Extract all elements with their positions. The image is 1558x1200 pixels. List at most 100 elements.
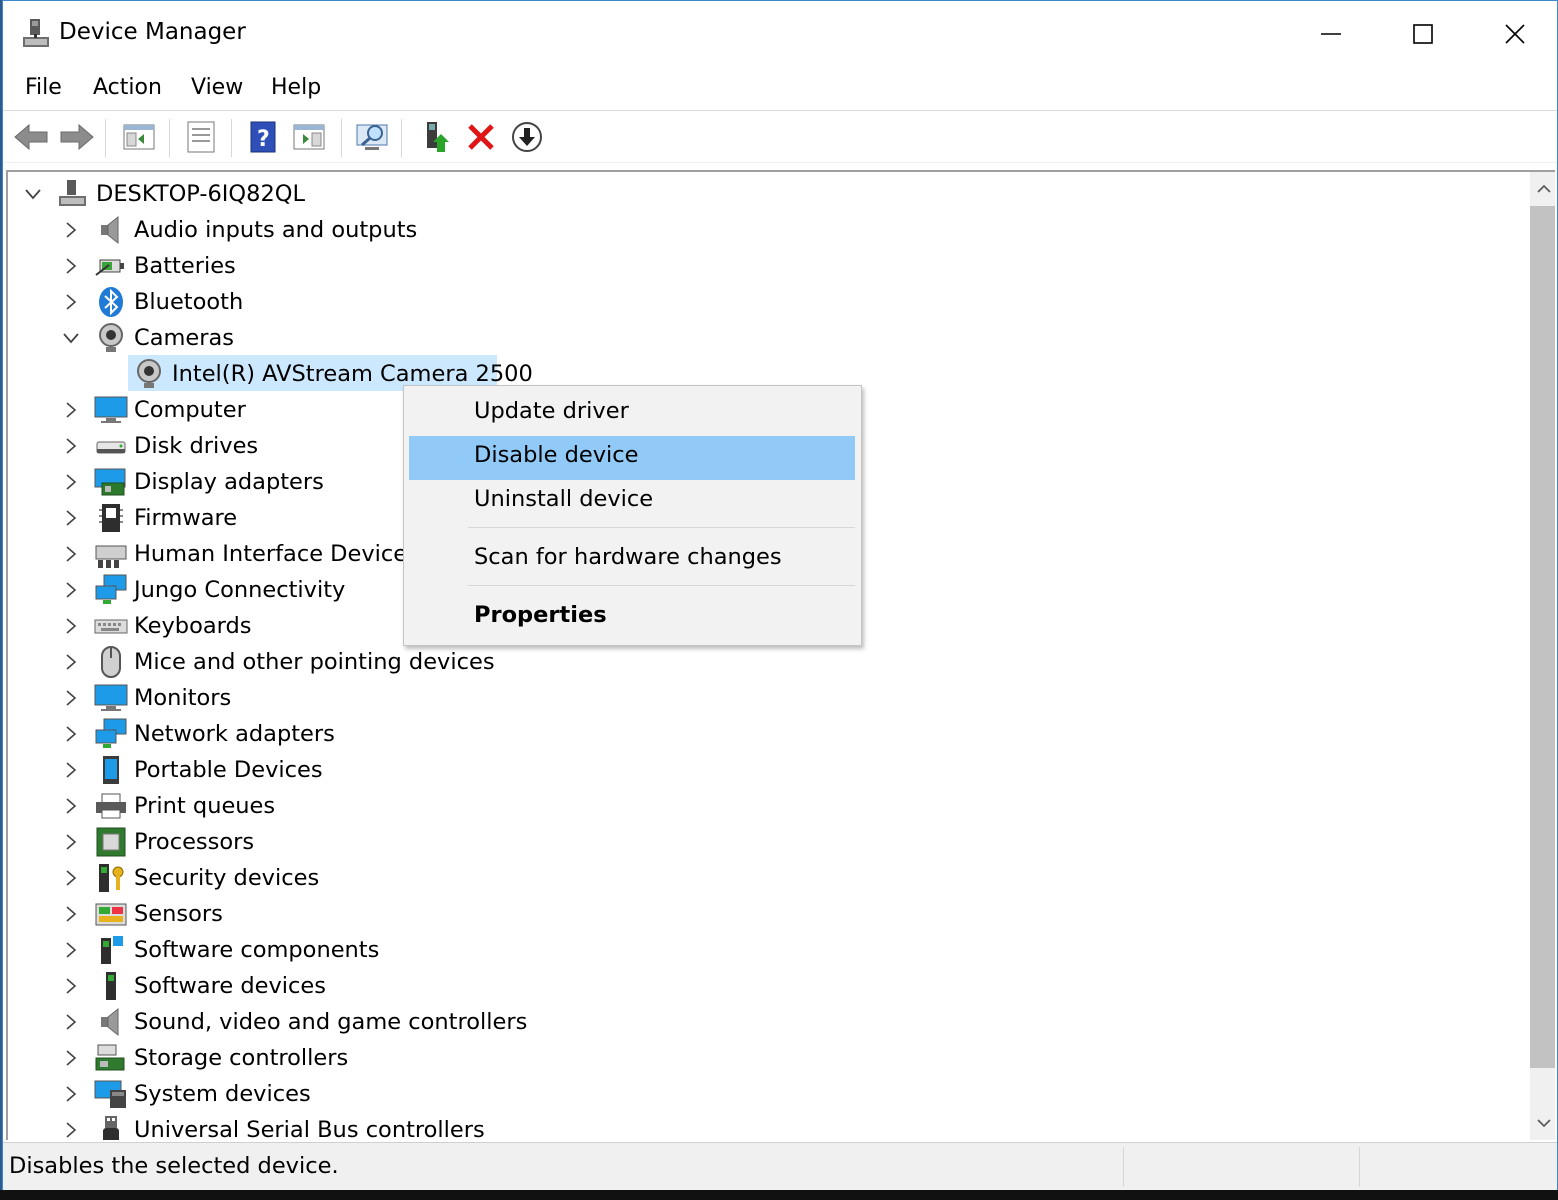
properties-button[interactable] [181, 117, 221, 157]
tree-item-label: Keyboards [134, 613, 252, 639]
chevron-right-icon[interactable] [60, 795, 82, 817]
menu-file[interactable]: File [25, 73, 62, 102]
chevron-right-icon[interactable] [60, 615, 82, 637]
network-adapter-icon [94, 573, 128, 607]
menu-view[interactable]: View [191, 73, 243, 102]
chevron-down-icon[interactable] [22, 183, 44, 205]
title-bar[interactable]: Device Manager [3, 1, 1557, 67]
device-manager-icon [21, 17, 51, 51]
menu-item-label: Properties [474, 602, 607, 628]
menu-bar: File Action View Help [3, 67, 1557, 111]
toolbar-separator [105, 119, 106, 157]
chevron-right-icon[interactable] [60, 399, 82, 421]
computer-tower-icon [56, 177, 90, 211]
tree-item-label: Jungo Connectivity [134, 577, 346, 603]
chevron-right-icon[interactable] [60, 1083, 82, 1105]
toolbar-separator [231, 119, 232, 157]
chevron-right-icon[interactable] [60, 291, 82, 313]
forward-button[interactable] [57, 117, 97, 157]
tree-item-category[interactable]: Batteries [8, 248, 1508, 284]
toolbar-separator [341, 119, 342, 157]
tree-item-category[interactable]: Cameras [8, 320, 1508, 356]
status-divider [1359, 1147, 1360, 1187]
scroll-down-button[interactable] [1530, 1106, 1555, 1140]
chevron-right-icon[interactable] [60, 219, 82, 241]
chevron-right-icon[interactable] [60, 687, 82, 709]
chevron-right-icon[interactable] [60, 867, 82, 889]
chevron-right-icon[interactable] [60, 831, 82, 853]
tree-item-category[interactable]: Security devices [8, 860, 1508, 896]
menu-action[interactable]: Action [93, 73, 162, 102]
vertical-scrollbar[interactable] [1530, 172, 1555, 1140]
chevron-up-icon [1536, 184, 1551, 193]
chevron-right-icon[interactable] [60, 435, 82, 457]
chevron-right-icon[interactable] [60, 723, 82, 745]
device-tree[interactable]: DESKTOP-6IQ82QL Audio inputs and outputs B… [6, 170, 1555, 1140]
tree-item-category[interactable]: System devices [8, 1076, 1508, 1112]
maximize-button[interactable] [1377, 1, 1469, 67]
chevron-right-icon[interactable] [60, 471, 82, 493]
tree-item-category[interactable]: Network adapters [8, 716, 1508, 752]
chevron-right-icon[interactable] [60, 759, 82, 781]
close-button[interactable] [1469, 1, 1558, 67]
chevron-right-icon[interactable] [60, 975, 82, 997]
disable-device-button[interactable] [507, 117, 547, 157]
tree-item-category[interactable]: Monitors [8, 680, 1508, 716]
scroll-up-button[interactable] [1530, 172, 1555, 206]
menu-item-disable-device[interactable]: Disable device [409, 436, 855, 480]
chevron-right-icon[interactable] [60, 507, 82, 529]
chevron-right-icon[interactable] [60, 903, 82, 925]
chevron-right-icon[interactable] [60, 543, 82, 565]
menu-item-uninstall-device[interactable]: Uninstall device [409, 480, 855, 524]
tree-item-category[interactable]: Software components [8, 932, 1508, 968]
tree-item-category[interactable]: Processors [8, 824, 1508, 860]
tree-item-category[interactable]: Sound, video and game controllers [8, 1004, 1508, 1040]
tree-item-category[interactable]: Storage controllers [8, 1040, 1508, 1076]
bluetooth-icon [94, 285, 128, 319]
down-arrow-circle-icon [512, 122, 542, 152]
update-driver-button[interactable] [415, 117, 455, 157]
tree-item-category[interactable]: Print queues [8, 788, 1508, 824]
minimize-button[interactable] [1285, 1, 1377, 67]
menu-item-label: Disable device [474, 442, 639, 468]
menu-item-scan-hardware[interactable]: Scan for hardware changes [409, 538, 855, 582]
tree-item-label: Mice and other pointing devices [134, 649, 495, 675]
show-hide-console-tree-button[interactable] [119, 117, 159, 157]
chevron-down-icon[interactable] [60, 327, 82, 349]
monitor-magnifier-icon [356, 124, 388, 150]
speaker-icon [94, 1005, 128, 1039]
tree-item-category[interactable]: Audio inputs and outputs [8, 212, 1508, 248]
speaker-icon [94, 213, 128, 247]
chevron-right-icon[interactable] [60, 651, 82, 673]
uninstall-device-button[interactable] [461, 117, 501, 157]
tree-item-label: Cameras [134, 325, 235, 351]
show-action-pane-button[interactable] [289, 117, 329, 157]
window-title: Device Manager [59, 19, 246, 45]
tree-item-category[interactable]: Sensors [8, 896, 1508, 932]
chevron-right-icon[interactable] [60, 579, 82, 601]
chevron-right-icon[interactable] [60, 255, 82, 277]
menu-help[interactable]: Help [271, 73, 321, 102]
tree-item-label: System devices [134, 1081, 311, 1107]
chevron-right-icon[interactable] [60, 1047, 82, 1069]
back-button[interactable] [11, 117, 51, 157]
tree-item-label: Monitors [134, 685, 232, 711]
tree-item-category[interactable]: Portable Devices [8, 752, 1508, 788]
tree-item-category[interactable]: Mice and other pointing devices [8, 644, 1508, 680]
chevron-right-icon[interactable] [60, 939, 82, 961]
tree-item-label: Print queues [134, 793, 276, 819]
tree-item-category[interactable]: Bluetooth [8, 284, 1508, 320]
tree-item-category[interactable]: Software devices [8, 968, 1508, 1004]
tree-root[interactable]: DESKTOP-6IQ82QL [8, 176, 1508, 212]
chevron-right-icon[interactable] [60, 1011, 82, 1033]
usb-connector-icon [94, 1113, 128, 1140]
menu-item-properties[interactable]: Properties [409, 596, 855, 640]
red-x-icon [468, 124, 494, 150]
help-button[interactable]: ? [243, 117, 283, 157]
scrollbar-thumb[interactable] [1530, 206, 1555, 1068]
chevron-right-icon[interactable] [60, 1119, 82, 1140]
scan-hardware-button[interactable] [353, 117, 393, 157]
menu-item-update-driver[interactable]: Update driver [409, 392, 855, 436]
tree-item-label: Universal Serial Bus controllers [134, 1117, 485, 1140]
tree-item-category[interactable]: Universal Serial Bus controllers [8, 1112, 1508, 1140]
